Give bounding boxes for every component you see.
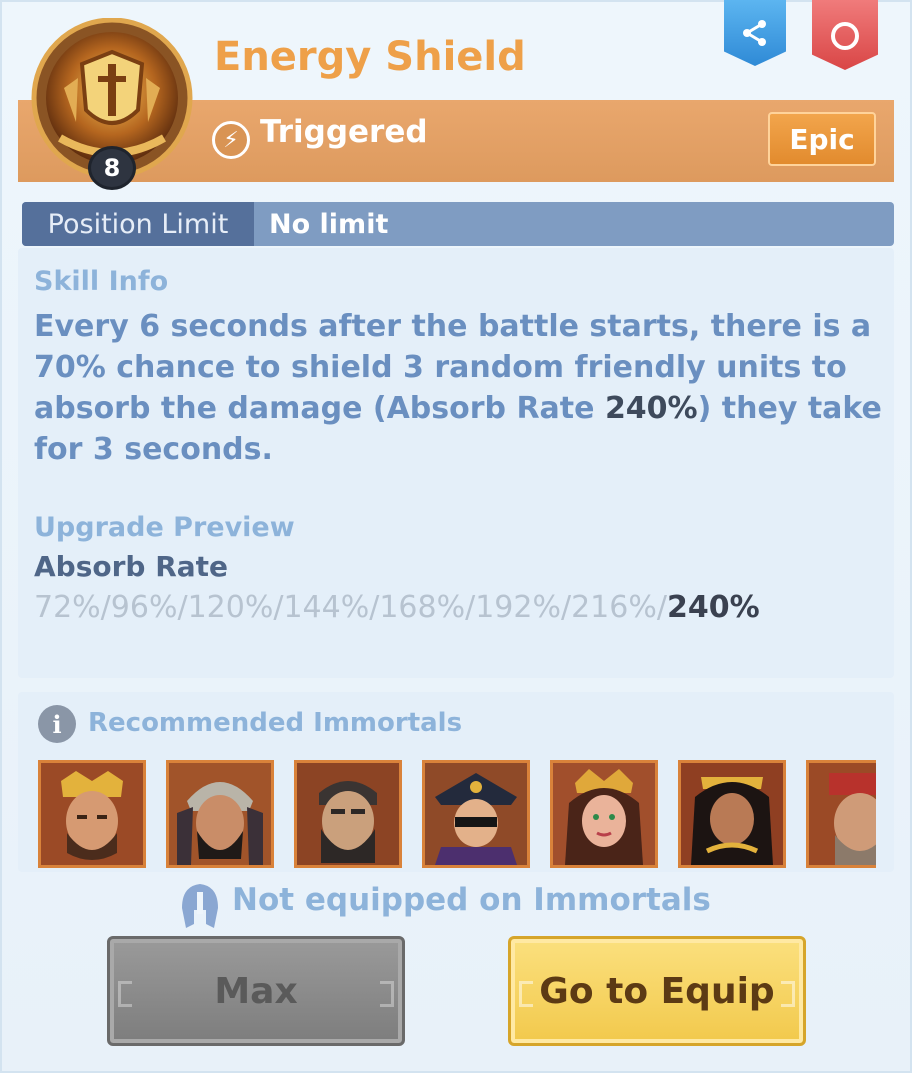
share-icon [743,20,766,46]
upgrade-preview-heading: Upgrade Preview [34,512,295,543]
immortal-portrait-2[interactable] [166,760,274,868]
corner-left-ornament [118,981,132,1007]
position-limit-label: Position Limit [22,202,254,246]
info-icon[interactable]: i [38,705,76,743]
position-limit-row: Position Limit No limit [22,202,894,246]
immortal-portrait-1[interactable] [38,760,146,868]
equip-button-label: Go to Equip [539,970,775,1012]
rarity-badge: Epic [768,112,876,166]
max-button[interactable]: Max [107,936,405,1046]
max-button-label: Max [214,970,298,1012]
stat-values-prefix: 72%/96%/120%/144%/168%/192%/216%/ [34,590,667,625]
recommended-heading: Recommended Immortals [88,708,463,738]
skill-title: Energy Shield [214,34,526,80]
stat-name: Absorb Rate [34,550,229,583]
power-icon [831,22,859,50]
equip-status: Not equipped on Immortals [232,882,711,918]
desc-highlight: 240% [604,391,698,426]
immortal-portrait-3[interactable] [294,760,402,868]
corner-left-ornament [519,981,533,1007]
go-to-equip-button[interactable]: Go to Equip [508,936,806,1046]
stat-values-final: 240% [666,590,760,625]
immortal-portrait-6[interactable] [678,760,786,868]
stat-values: 72%/96%/120%/144%/168%/192%/216%/240% [34,590,760,625]
immortal-portrait-5[interactable] [550,760,658,868]
position-limit-value: No limit [269,208,389,240]
skill-info-heading: Skill Info [34,266,169,297]
portrait-list [38,760,876,868]
corner-right-ornament [380,981,394,1007]
helmet-icon [182,884,218,928]
immortal-portrait-4[interactable] [422,760,530,868]
trigger-type: Triggered [260,114,428,150]
immortal-portrait-7[interactable] [806,760,876,868]
level-badge: 8 [88,146,136,190]
lightning-icon: ⚡ [212,121,250,159]
corner-right-ornament [781,981,795,1007]
skill-description: Every 6 seconds after the battle starts,… [34,306,894,470]
